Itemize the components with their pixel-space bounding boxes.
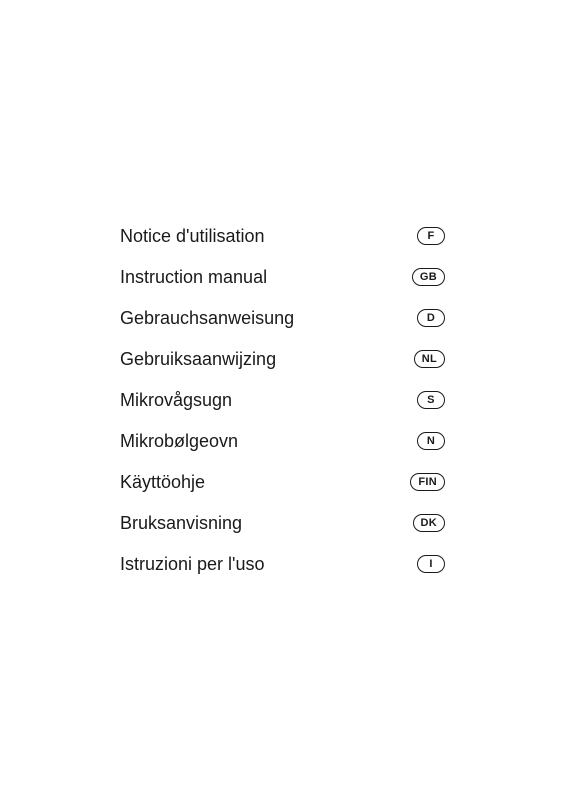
menu-item[interactable]: Notice d'utilisation F xyxy=(120,216,445,257)
menu-item-badge: D xyxy=(417,309,445,327)
menu-item-badge: N xyxy=(417,432,445,450)
menu-item-badge: DK xyxy=(413,514,446,532)
page: Notice d'utilisation F Instruction manual G… xyxy=(0,0,565,800)
menu-item[interactable]: Käyttöohje FIN xyxy=(120,462,445,503)
menu-item[interactable]: Bruksanvisning DK xyxy=(120,503,445,544)
menu-item-label: Mikrovågsugn xyxy=(120,390,232,411)
menu-item-badge: S xyxy=(417,391,445,409)
menu-item-label: Instruction manual xyxy=(120,267,267,288)
menu-item-label: Käyttöohje xyxy=(120,472,205,493)
menu-item-badge: NL xyxy=(414,350,445,368)
menu-item[interactable]: Istruzioni per l'uso I xyxy=(120,544,445,585)
menu-item-label: Notice d'utilisation xyxy=(120,226,265,247)
menu-item[interactable]: Mikrobølgeovn N xyxy=(120,421,445,462)
menu-item[interactable]: Instruction manual GB xyxy=(120,257,445,298)
menu-item-label: Bruksanvisning xyxy=(120,513,242,534)
menu-item-label: Istruzioni per l'uso xyxy=(120,554,265,575)
menu-item-label: Gebruiksaanwijzing xyxy=(120,349,276,370)
menu-item[interactable]: Gebruiksaanwijzing NL xyxy=(120,339,445,380)
menu-item-badge: F xyxy=(417,227,445,245)
menu-item-badge: GB xyxy=(412,268,445,286)
menu-list: Notice d'utilisation F Instruction manual G… xyxy=(120,216,445,585)
menu-item[interactable]: Mikrovågsugn S xyxy=(120,380,445,421)
menu-item-badge: I xyxy=(417,555,445,573)
menu-item-label: Mikrobølgeovn xyxy=(120,431,238,452)
menu-item-badge: FIN xyxy=(410,473,445,491)
menu-item[interactable]: Gebrauchsanweisung D xyxy=(120,298,445,339)
menu-item-label: Gebrauchsanweisung xyxy=(120,308,294,329)
